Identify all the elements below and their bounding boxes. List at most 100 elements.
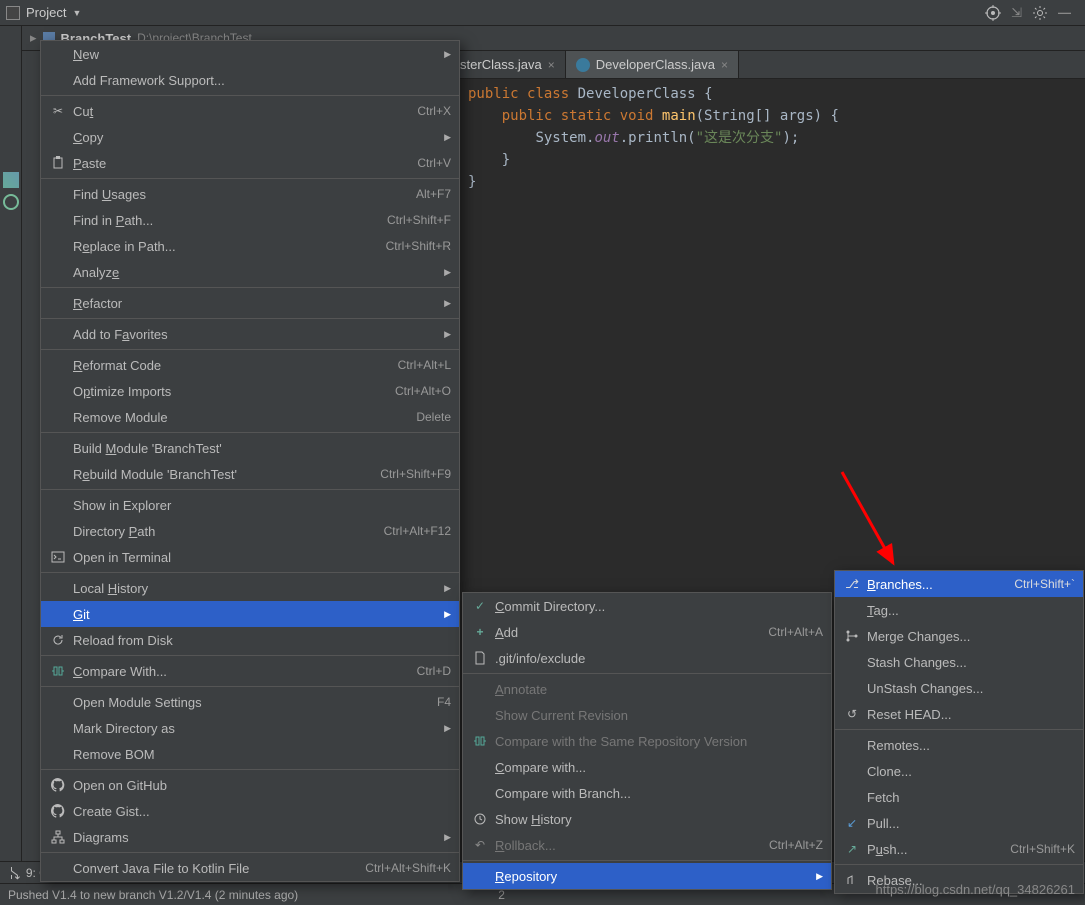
menu-main-directory-path[interactable]: Directory PathCtrl+Alt+F12 [41, 518, 459, 544]
file-icon [471, 649, 489, 667]
menu-main-convert-java-file-to-kotlin-file[interactable]: Convert Java File to Kotlin FileCtrl+Alt… [41, 855, 459, 881]
project-label[interactable]: Project [26, 5, 66, 20]
project-icon [6, 6, 20, 20]
menu-git-annotate: Annotate [463, 676, 831, 702]
structure-icon[interactable] [3, 172, 19, 188]
menu-main-git[interactable]: Git▶ [41, 601, 459, 627]
separator [41, 572, 459, 573]
expand-icon[interactable]: ⇲ [1011, 5, 1022, 21]
menu-git-compare-with-branch[interactable]: Compare with Branch... [463, 780, 831, 806]
separator [41, 432, 459, 433]
menu-label: Reset HEAD... [867, 707, 1075, 722]
shortcut: Ctrl+Alt+Z [749, 838, 823, 852]
menu-repo-tag[interactable]: Tag... [835, 597, 1083, 623]
menu-label: .git/info/exclude [495, 651, 823, 666]
menu-main-reload-from-disk[interactable]: Reload from Disk [41, 627, 459, 653]
close-icon[interactable]: × [721, 58, 728, 72]
menu-main-add-framework-support[interactable]: Add Framework Support... [41, 67, 459, 93]
menu-repo-unstash-changes[interactable]: UnStash Changes... [835, 675, 1083, 701]
menu-repo-stash-changes[interactable]: Stash Changes... [835, 649, 1083, 675]
menu-label: Find in Path... [73, 213, 367, 228]
rollback-icon: ↶ [471, 836, 489, 854]
menu-repo-remotes[interactable]: Remotes... [835, 732, 1083, 758]
dropdown-arrow-icon[interactable]: ▼ [72, 8, 81, 18]
menu-repo-pull[interactable]: ↙Pull... [835, 810, 1083, 836]
menu-label: Diagrams [73, 830, 436, 845]
menu-label: Git [73, 607, 436, 622]
compare-icon [49, 662, 67, 680]
separator [41, 95, 459, 96]
menu-repo-merge-changes[interactable]: Merge Changes... [835, 623, 1083, 649]
menu-main-replace-in-path[interactable]: Replace in Path...Ctrl+Shift+R [41, 233, 459, 259]
menu-main-find-usages[interactable]: Find UsagesAlt+F7 [41, 181, 459, 207]
menu-main-cut[interactable]: ✂CutCtrl+X [41, 98, 459, 124]
menu-main-optimize-imports[interactable]: Optimize ImportsCtrl+Alt+O [41, 378, 459, 404]
menu-main-analyze[interactable]: Analyze▶ [41, 259, 459, 285]
close-icon[interactable]: × [548, 58, 555, 72]
menu-git-git-info-exclude[interactable]: .git/info/exclude [463, 645, 831, 671]
menu-main-compare-with[interactable]: Compare With...Ctrl+D [41, 658, 459, 684]
favorites-icon[interactable] [3, 194, 19, 210]
menu-label: Rebuild Module 'BranchTest' [73, 467, 360, 482]
menu-main-add-to-favorites[interactable]: Add to Favorites▶ [41, 321, 459, 347]
menu-main-build-module-branchtest[interactable]: Build Module 'BranchTest' [41, 435, 459, 461]
menu-main-diagrams[interactable]: Diagrams ▶ [41, 824, 459, 850]
github-icon [49, 776, 67, 794]
target-icon[interactable] [985, 5, 1001, 21]
cut-icon: ✂ [49, 102, 67, 120]
context-menu-repository[interactable]: ⎇Branches...Ctrl+Shift+`Tag...Merge Chan… [834, 570, 1084, 894]
separator [41, 655, 459, 656]
menu-git-commit-directory[interactable]: ✓Commit Directory... [463, 593, 831, 619]
submenu-arrow-icon: ▶ [444, 329, 451, 340]
separator [41, 318, 459, 319]
menu-label: Compare with the Same Repository Version [495, 734, 823, 749]
submenu-arrow-icon: ▶ [444, 267, 451, 278]
menu-repo-fetch[interactable]: Fetch [835, 784, 1083, 810]
menu-main-copy[interactable]: Copy▶ [41, 124, 459, 150]
menu-main-rebuild-module-branchtest[interactable]: Rebuild Module 'BranchTest'Ctrl+Shift+F9 [41, 461, 459, 487]
menu-main-find-in-path[interactable]: Find in Path...Ctrl+Shift+F [41, 207, 459, 233]
context-menu-main[interactable]: New▶Add Framework Support...✂CutCtrl+XCo… [40, 40, 460, 882]
menu-main-show-in-explorer[interactable]: Show in Explorer [41, 492, 459, 518]
menu-repo-reset-head[interactable]: ↺Reset HEAD... [835, 701, 1083, 727]
menu-git-add[interactable]: +AddCtrl+Alt+A [463, 619, 831, 645]
submenu-arrow-icon: ▶ [444, 832, 451, 843]
shortcut: Ctrl+Shift+` [994, 577, 1075, 591]
menu-main-paste[interactable]: PasteCtrl+V [41, 150, 459, 176]
menu-git-repository[interactable]: Repository▶ [463, 863, 831, 889]
menu-label: Fetch [867, 790, 1075, 805]
menu-git-show-history[interactable]: Show History [463, 806, 831, 832]
menu-main-local-history[interactable]: Local History▶ [41, 575, 459, 601]
minimize-icon[interactable]: — [1058, 5, 1071, 20]
context-menu-git[interactable]: ✓Commit Directory...+AddCtrl+Alt+A .git/i… [462, 592, 832, 890]
shortcut: Ctrl+Shift+R [366, 239, 451, 253]
menu-main-mark-directory-as[interactable]: Mark Directory as▶ [41, 715, 459, 741]
menu-git-rollback: ↶Rollback...Ctrl+Alt+Z [463, 832, 831, 858]
menu-main-remove-bom[interactable]: Remove BOM [41, 741, 459, 767]
menu-main-new[interactable]: New▶ [41, 41, 459, 67]
menu-git-compare-with[interactable]: Compare with... [463, 754, 831, 780]
menu-main-open-module-settings[interactable]: Open Module SettingsF4 [41, 689, 459, 715]
menu-label: UnStash Changes... [867, 681, 1075, 696]
separator [41, 489, 459, 490]
menu-main-reformat-code[interactable]: Reformat CodeCtrl+Alt+L [41, 352, 459, 378]
menu-repo-push[interactable]: ↗Push...Ctrl+Shift+K [835, 836, 1083, 862]
menu-label: Compare with Branch... [495, 786, 823, 801]
menu-label: Stash Changes... [867, 655, 1075, 670]
tab-developerclass[interactable]: DeveloperClass.java × [566, 51, 739, 78]
menu-label: Open in Terminal [73, 550, 451, 565]
menu-main-refactor[interactable]: Refactor▶ [41, 290, 459, 316]
gear-icon[interactable] [1032, 5, 1048, 21]
menu-main-open-on-github[interactable]: Open on GitHub [41, 772, 459, 798]
compare-icon [471, 732, 489, 750]
menu-repo-branches[interactable]: ⎇Branches...Ctrl+Shift+` [835, 571, 1083, 597]
menu-main-create-gist[interactable]: Create Gist... [41, 798, 459, 824]
menu-repo-clone[interactable]: Clone... [835, 758, 1083, 784]
menu-label: Directory Path [73, 524, 364, 539]
menu-main-open-in-terminal[interactable]: Open in Terminal [41, 544, 459, 570]
menu-main-remove-module[interactable]: Remove ModuleDelete [41, 404, 459, 430]
shortcut: F4 [417, 695, 451, 709]
watermark: https://blog.csdn.net/qq_34826261 [876, 882, 1076, 897]
editor-tab-bar: MasterClass.java × DeveloperClass.java × [412, 51, 1085, 79]
menu-label: New [73, 47, 436, 62]
